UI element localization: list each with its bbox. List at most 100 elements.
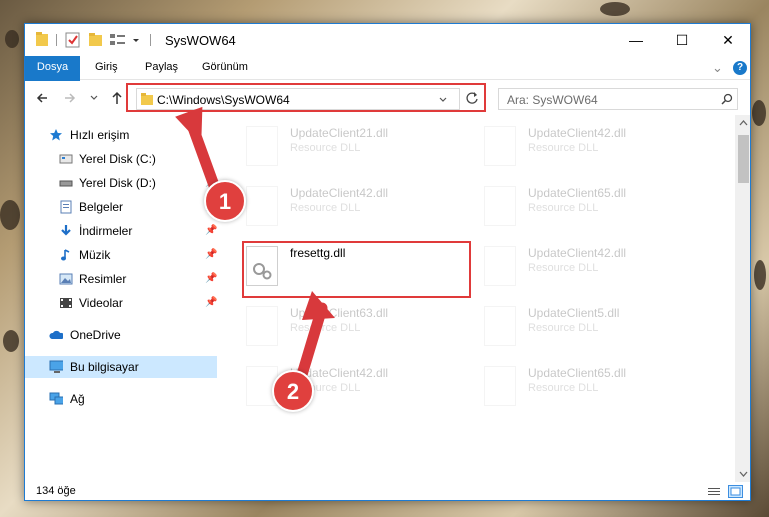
pictures-icon xyxy=(59,273,73,285)
scroll-down-icon[interactable] xyxy=(739,470,748,478)
dll-file-icon xyxy=(484,246,516,286)
drive-icon xyxy=(59,180,73,187)
pin-icon: 📌 xyxy=(205,225,218,236)
properties-icon[interactable] xyxy=(65,31,81,49)
dll-file-icon xyxy=(484,306,516,346)
sidebar-item-music[interactable]: Müzik 📌 xyxy=(25,244,217,266)
scrollbar-thumb[interactable] xyxy=(738,135,749,183)
file-name: UpdateClient42.dll xyxy=(528,126,627,140)
pin-icon: 📌 xyxy=(205,297,218,308)
expand-ribbon-icon[interactable]: ⌄ xyxy=(712,56,723,79)
music-icon xyxy=(61,249,70,261)
videos-icon xyxy=(60,298,72,308)
file-item[interactable]: UpdateClient42.dll Resource DLL xyxy=(240,184,470,234)
background-spot xyxy=(600,2,630,16)
large-icons-view-icon[interactable] xyxy=(728,485,743,498)
search-box[interactable]: Ara: SysWOW64 xyxy=(498,88,738,110)
sidebar-item-label: Resimler xyxy=(79,272,127,286)
dll-file-icon xyxy=(484,366,516,406)
documents-icon xyxy=(60,200,72,214)
sidebar-item-label: İndirmeler xyxy=(79,224,133,238)
tab-home[interactable]: Giriş xyxy=(95,56,118,79)
file-type: Resource DLL xyxy=(528,262,599,274)
sidebar-item-pictures[interactable]: Resimler 📌 xyxy=(25,268,217,290)
pin-icon: 📌 xyxy=(205,249,218,260)
sidebar-item-videos[interactable]: Videolar 📌 xyxy=(25,292,217,314)
explorer-window: SysWOW64 — ☐ ✕ Dosya Giriş Paylaş Görünü… xyxy=(24,23,751,501)
file-type: Resource DLL xyxy=(528,202,599,214)
status-bar: 134 öğe xyxy=(25,482,750,500)
file-item[interactable]: UpdateClient5.dll Resource DLL xyxy=(478,304,708,354)
file-item[interactable]: UpdateClient65.dll Resource DLL xyxy=(478,364,708,414)
dll-file-icon xyxy=(246,306,278,346)
background-spot xyxy=(5,30,19,48)
dll-file-icon xyxy=(484,186,516,226)
scroll-up-icon[interactable] xyxy=(739,119,748,127)
file-type: Resource DLL xyxy=(528,322,599,334)
file-name: UpdateClient65.dll xyxy=(528,186,627,200)
computer-icon xyxy=(49,360,63,373)
file-name: UpdateClient42.dll xyxy=(528,246,627,260)
sidebar-item-label: Bu bilgisayar xyxy=(70,360,139,374)
network-icon xyxy=(49,392,63,405)
step-badge-2: 2 xyxy=(272,370,314,412)
downloads-icon xyxy=(61,225,71,236)
file-type: Resource DLL xyxy=(290,142,361,154)
file-item[interactable]: UpdateClient42.dll Resource DLL xyxy=(478,244,708,294)
cloud-icon xyxy=(49,330,63,339)
up-arrow-icon[interactable] xyxy=(110,90,124,106)
file-name: UpdateClient21.dll xyxy=(290,126,389,140)
customize-qa-icon[interactable] xyxy=(131,31,141,49)
step-badge-1: 1 xyxy=(204,180,246,222)
back-arrow-icon[interactable] xyxy=(35,91,49,105)
sidebar-item-label: Videolar xyxy=(79,296,123,310)
help-icon[interactable]: ? xyxy=(733,61,747,75)
file-name: UpdateClient42.dll xyxy=(290,186,389,200)
drive-icon xyxy=(59,154,73,164)
ribbon-tabs: Dosya Giriş Paylaş Görünüm ⌄ ? xyxy=(25,56,750,106)
view-options-icon[interactable] xyxy=(109,31,129,49)
minimize-button[interactable]: — xyxy=(613,24,659,56)
file-item[interactable]: UpdateClient21.dll Resource DLL xyxy=(240,124,470,174)
vertical-scrollbar[interactable] xyxy=(735,115,750,482)
item-count: 134 öğe xyxy=(36,485,76,497)
sidebar-item-label: Hızlı erişim xyxy=(70,128,130,142)
file-item[interactable]: UpdateClient63.dll Resource DLL xyxy=(240,304,470,354)
new-folder-icon[interactable] xyxy=(88,31,104,49)
sidebar-item-label: Müzik xyxy=(79,248,111,262)
tab-view[interactable]: Görünüm xyxy=(202,56,248,79)
file-name: UpdateClient5.dll xyxy=(528,306,620,320)
file-type: Resource DLL xyxy=(290,202,361,214)
search-input[interactable]: Ara: SysWOW64 xyxy=(507,93,598,107)
search-icon[interactable] xyxy=(721,93,734,106)
sidebar-item-this-pc[interactable]: Bu bilgisayar xyxy=(25,356,217,378)
file-item[interactable]: UpdateClient65.dll Resource DLL xyxy=(478,184,708,234)
background-spot xyxy=(3,330,19,352)
sidebar-item-network[interactable]: Ağ xyxy=(25,388,217,410)
background-spot xyxy=(0,200,20,230)
separator-icon xyxy=(150,34,151,46)
maximize-button[interactable]: ☐ xyxy=(659,24,705,56)
title-bar: SysWOW64 — ☐ ✕ xyxy=(25,24,750,56)
details-view-icon[interactable] xyxy=(707,486,721,498)
file-name: UpdateClient65.dll xyxy=(528,366,627,380)
folder-icon xyxy=(36,32,48,46)
recent-locations-icon[interactable] xyxy=(89,93,99,103)
sidebar-item-label: Ağ xyxy=(70,392,85,406)
sidebar-item-label: Belgeler xyxy=(79,200,124,214)
file-type: Resource DLL xyxy=(528,382,599,394)
sidebar-item-label: Yerel Disk (D:) xyxy=(79,176,156,190)
background-spot xyxy=(754,260,766,290)
sidebar-item-onedrive[interactable]: OneDrive xyxy=(25,324,217,346)
close-button[interactable]: ✕ xyxy=(705,24,750,56)
forward-arrow-icon[interactable] xyxy=(63,91,77,105)
sidebar-item-label: OneDrive xyxy=(70,328,121,342)
tab-share[interactable]: Paylaş xyxy=(145,56,178,79)
window-title: SysWOW64 xyxy=(165,33,236,48)
file-highlight-box xyxy=(242,241,471,298)
file-type: Resource DLL xyxy=(528,142,599,154)
file-item[interactable]: UpdateClient42.dll Resource DLL xyxy=(478,124,708,174)
sidebar-item-downloads[interactable]: İndirmeler 📌 xyxy=(25,220,217,242)
dll-file-icon xyxy=(246,126,278,166)
dll-file-icon xyxy=(246,186,278,226)
